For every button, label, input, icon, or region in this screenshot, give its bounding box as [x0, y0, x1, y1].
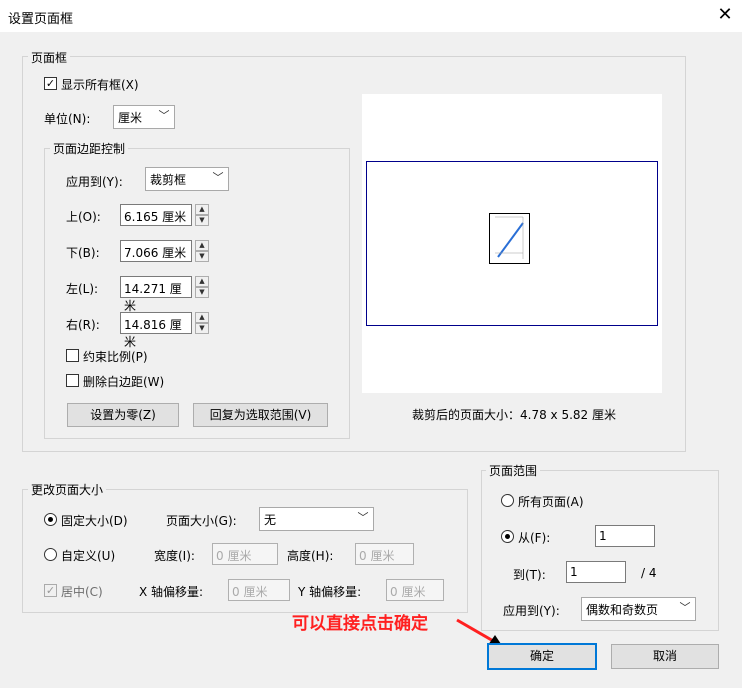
unit-label: 单位(N):	[44, 112, 91, 126]
constrain-label: 约束比例(P)	[83, 350, 148, 364]
all-pages-label: 所有页面(A)	[518, 495, 584, 509]
y-offset-value: 0 厘米	[390, 585, 426, 599]
chevron-down-icon: ﹀	[679, 601, 691, 614]
total-pages: / 4	[641, 566, 657, 580]
cropped-size-caption: 裁剪后的页面大小：4.78 x 5.82 厘米	[412, 408, 616, 422]
width-label: 宽度(I):	[154, 549, 195, 563]
custom-label: 自定义(U)	[61, 549, 116, 563]
left-margin-stepper[interactable]: ▲ ▼	[195, 276, 209, 298]
page-size-value: 无	[264, 513, 277, 527]
to-input[interactable]: 1	[566, 561, 626, 583]
top-margin-value: 6.165 厘米	[124, 210, 187, 224]
width-value: 0 厘米	[216, 549, 252, 563]
chevron-up-icon[interactable]: ▲	[195, 312, 209, 323]
to-label: 到(T):	[513, 568, 546, 582]
top-margin-stepper[interactable]: ▲ ▼	[195, 204, 209, 226]
chevron-down-icon[interactable]: ▼	[195, 287, 209, 298]
height-value: 0 厘米	[359, 549, 395, 563]
right-margin-label: 右(R):	[66, 318, 100, 332]
from-radio[interactable]	[501, 530, 514, 543]
page-thumbnail	[489, 213, 530, 264]
chevron-up-icon[interactable]: ▲	[195, 204, 209, 215]
bottom-margin-value: 7.066 厘米	[124, 246, 187, 260]
top-margin-input[interactable]: 6.165 厘米	[120, 204, 192, 226]
y-offset-input[interactable]: 0 厘米	[386, 579, 444, 601]
close-icon[interactable]: ✕	[714, 4, 736, 26]
range-apply-to-label: 应用到(Y):	[503, 604, 560, 618]
chevron-down-icon[interactable]: ▼	[195, 251, 209, 262]
fixed-size-radio[interactable]	[44, 513, 57, 526]
chevron-up-icon[interactable]: ▲	[195, 276, 209, 287]
x-offset-input[interactable]: 0 厘米	[228, 579, 290, 601]
set-zero-button[interactable]: 设置为零(Z)	[67, 403, 179, 427]
page-size-select[interactable]: 无 ﹀	[259, 507, 374, 531]
chevron-down-icon: ﹀	[212, 171, 224, 184]
change-size-legend: 更改页面大小	[28, 481, 107, 498]
chevron-down-icon: ﹀	[357, 511, 369, 524]
right-margin-value: 14.816 厘米	[124, 318, 182, 349]
apply-to-value: 裁剪框	[150, 173, 187, 187]
left-margin-value: 14.271 厘米	[124, 282, 182, 313]
bottom-margin-label: 下(B):	[66, 246, 100, 260]
right-margin-input[interactable]: 14.816 厘米	[120, 312, 192, 349]
revert-button[interactable]: 回复为选取范围(V)	[193, 403, 328, 427]
page-size-label: 页面大小(G):	[166, 514, 237, 528]
custom-radio[interactable]	[44, 548, 57, 561]
range-apply-to-value: 偶数和奇数页	[586, 603, 659, 617]
height-input[interactable]: 0 厘米	[355, 543, 414, 565]
top-margin-label: 上(O):	[66, 210, 101, 224]
center-label: 居中(C)	[61, 585, 103, 599]
page-range-legend: 页面范围	[486, 462, 541, 479]
cancel-button[interactable]: 取消	[611, 644, 719, 669]
title-bar: 设置页面框 ✕	[0, 0, 742, 32]
apply-to-select[interactable]: 裁剪框 ﹀	[145, 167, 229, 191]
chevron-down-icon[interactable]: ▼	[195, 323, 209, 334]
bottom-margin-stepper[interactable]: ▲ ▼	[195, 240, 209, 262]
height-label: 高度(H):	[287, 549, 334, 563]
chevron-down-icon[interactable]: ▼	[195, 215, 209, 226]
from-value: 1	[599, 529, 607, 543]
show-all-boxes-label: 显示所有框(X)	[61, 78, 139, 92]
to-value: 1	[570, 565, 578, 579]
chevron-down-icon: ﹀	[158, 109, 170, 122]
remove-white-label: 删除白边距(W)	[83, 375, 165, 389]
show-all-boxes-checkbox[interactable]: ✓	[44, 77, 57, 90]
y-offset-label: Y 轴偏移量:	[298, 585, 362, 599]
center-checkbox[interactable]: ✓	[44, 584, 57, 597]
all-pages-radio[interactable]	[501, 494, 514, 507]
x-offset-value: 0 厘米	[232, 585, 268, 599]
window-title: 设置页面框	[8, 12, 74, 27]
ok-button[interactable]: 确定	[487, 643, 597, 670]
range-apply-to-select[interactable]: 偶数和奇数页 ﹀	[581, 597, 696, 621]
remove-white-checkbox[interactable]	[66, 374, 79, 387]
fixed-size-label: 固定大小(D)	[61, 514, 128, 528]
unit-value: 厘米	[118, 111, 143, 125]
chevron-up-icon[interactable]: ▲	[195, 240, 209, 251]
constrain-checkbox[interactable]	[66, 349, 79, 362]
left-margin-input[interactable]: 14.271 厘米	[120, 276, 192, 313]
margin-control-legend: 页面边距控制	[50, 140, 129, 157]
unit-select[interactable]: 厘米 ﹀	[113, 105, 175, 129]
from-input[interactable]: 1	[595, 525, 655, 547]
annotation-text: 可以直接点击确定	[292, 614, 428, 634]
right-margin-stepper[interactable]: ▲ ▼	[195, 312, 209, 334]
from-label: 从(F):	[518, 531, 551, 545]
x-offset-label: X 轴偏移量:	[139, 585, 204, 599]
bottom-margin-input[interactable]: 7.066 厘米	[120, 240, 192, 262]
apply-to-label: 应用到(Y):	[66, 175, 123, 189]
page-box-legend: 页面框	[28, 49, 71, 66]
left-margin-label: 左(L):	[66, 282, 99, 296]
width-input[interactable]: 0 厘米	[212, 543, 278, 565]
